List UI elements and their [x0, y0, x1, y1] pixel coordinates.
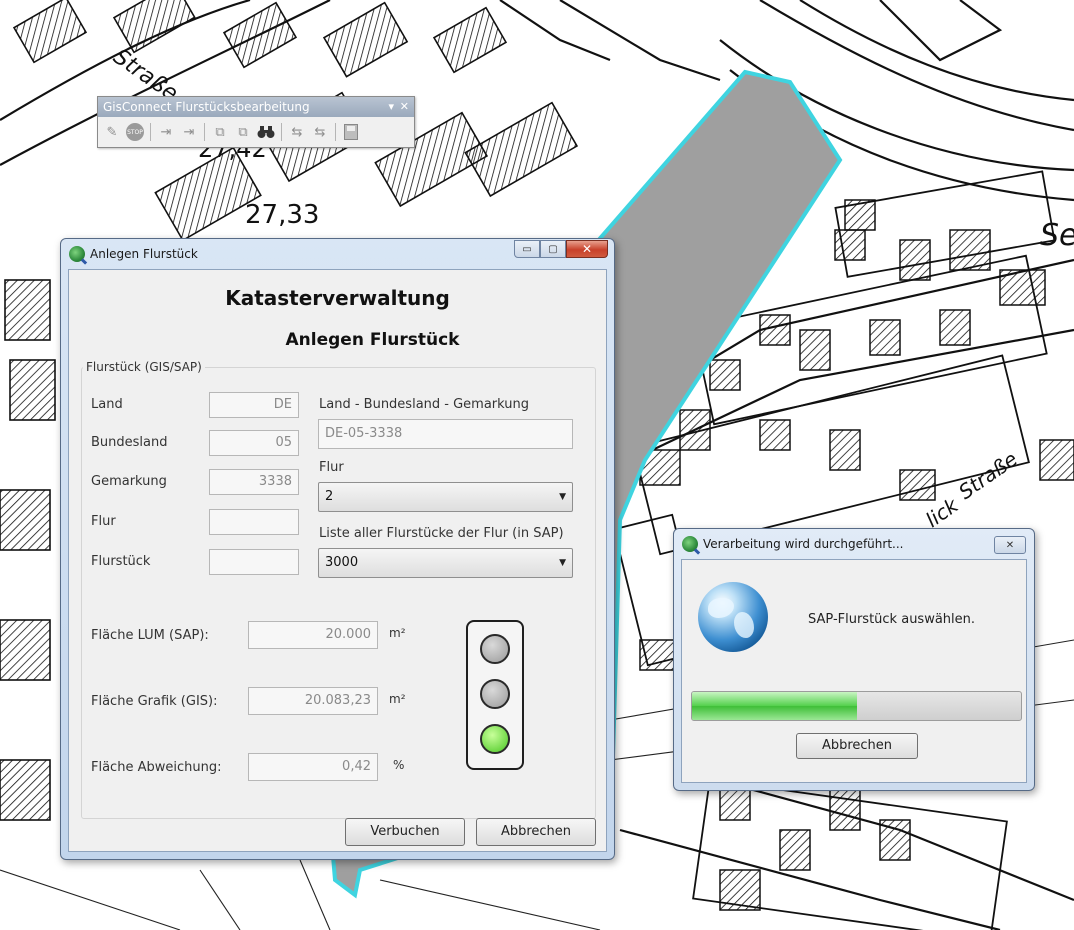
label-flaeche-lum: Fläche LUM (SAP):: [91, 628, 209, 643]
flurstueck-field[interactable]: [209, 549, 299, 575]
arrow-right-icon[interactable]: ⇥: [156, 122, 176, 142]
stop-icon[interactable]: STOP: [125, 122, 145, 142]
bundesland-field[interactable]: 05: [209, 430, 299, 456]
minimize-icon[interactable]: ▭: [514, 240, 540, 258]
traffic-light: [466, 620, 524, 770]
toolbar-close-icon[interactable]: ✕: [400, 97, 409, 117]
unit-m2: m²: [389, 692, 406, 706]
progress-message: SAP-Flurstück auswählen.: [808, 612, 976, 627]
exchange-sap-icon[interactable]: ⇆: [287, 122, 307, 142]
close-icon[interactable]: ✕: [994, 536, 1026, 554]
globe-icon: [698, 582, 768, 652]
layer-alt-icon[interactable]: ⧉: [233, 122, 253, 142]
dialog-heading: Katasterverwaltung: [225, 286, 450, 310]
gemarkung-field[interactable]: 3338: [209, 469, 299, 495]
label-bundesland: Bundesland: [91, 435, 168, 450]
toolbar-separator: [335, 123, 336, 141]
dialog-title: Anlegen Flurstück: [90, 247, 198, 261]
dialog-anlegen-flurstueck: Anlegen Flurstück ▭ ▢ ✕ Katasterverwaltu…: [60, 238, 615, 860]
close-icon[interactable]: ✕: [566, 240, 608, 258]
cancel-button[interactable]: Abbrechen: [796, 733, 918, 759]
chevron-down-icon: ▼: [559, 492, 566, 502]
label-flaeche-grafik: Fläche Grafik (GIS):: [91, 694, 218, 709]
unit-m2: m²: [389, 626, 406, 640]
maximize-icon[interactable]: ▢: [540, 240, 566, 258]
toolbar-separator: [281, 123, 282, 141]
land-bundesland-gemarkung-field[interactable]: DE-05-3338: [318, 419, 573, 449]
toolbar-icon-row: ✎ STOP ⇥ ⇥ ⧉ ⧉ ⇆ ⇆: [98, 117, 414, 147]
save-icon[interactable]: [341, 122, 361, 142]
label-land-bundesland-gemarkung: Land - Bundesland - Gemarkung: [319, 397, 530, 412]
flaeche-grafik-field[interactable]: 20.083,23: [248, 687, 378, 715]
binoculars-icon[interactable]: [256, 122, 276, 142]
label-flur-combo: Flur: [319, 460, 344, 475]
map-label-se: Se: [1040, 218, 1074, 253]
traffic-light-yellow-lamp: [480, 679, 510, 709]
land-field[interactable]: DE: [209, 392, 299, 418]
unit-percent: %: [393, 758, 405, 772]
group-flurstueck-label: Flurstück (GIS/SAP): [83, 360, 205, 374]
progress-bar: [691, 691, 1022, 721]
qgis-logo-icon: [69, 246, 85, 262]
progress-titlebar[interactable]: Verarbeitung wird durchgeführt... ✕: [674, 529, 1034, 559]
chevron-down-icon: ▼: [559, 558, 566, 568]
pencil-icon[interactable]: ✎: [102, 122, 122, 142]
toolbar-pin-icon[interactable]: ▾: [388, 97, 394, 117]
toolbar-separator: [150, 123, 151, 141]
progress-bar-fill: [692, 692, 857, 720]
map-label-height-2733: 27,33: [245, 200, 319, 230]
abbrechen-button[interactable]: Abbrechen: [476, 818, 596, 846]
flur-field[interactable]: [209, 509, 299, 535]
toolbar-title: GisConnect Flurstücksbearbeitung: [103, 100, 310, 114]
toolbar-separator: [204, 123, 205, 141]
dialog-subheading: Anlegen Flurstück: [285, 330, 460, 350]
label-gemarkung: Gemarkung: [91, 474, 167, 489]
label-flur: Flur: [91, 514, 116, 529]
flaeche-lum-field[interactable]: 20.000: [248, 621, 378, 649]
layer-icon[interactable]: ⧉: [210, 122, 230, 142]
arrow-right-alt-icon[interactable]: ⇥: [179, 122, 199, 142]
qgis-logo-icon: [682, 536, 698, 552]
toolbar-titlebar[interactable]: GisConnect Flurstücksbearbeitung ▾ ✕: [98, 97, 414, 117]
flurstueck-list-value: 3000: [325, 555, 359, 570]
label-liste-flurstuecke: Liste aller Flurstücke der Flur (in SAP): [319, 526, 564, 541]
flur-dropdown[interactable]: 2 ▼: [318, 482, 573, 512]
verbuchen-button[interactable]: Verbuchen: [345, 818, 465, 846]
flaeche-abweichung-field[interactable]: 0,42: [248, 753, 378, 781]
dialog-body: Katasterverwaltung Anlegen Flurstück Flu…: [68, 269, 607, 852]
label-flaeche-abweichung: Fläche Abweichung:: [91, 760, 222, 775]
dialog-verarbeitung: Verarbeitung wird durchgeführt... ✕ SAP-…: [673, 528, 1035, 791]
progress-dialog-body: SAP-Flurstück auswählen. Abbrechen: [681, 559, 1027, 783]
dialog-titlebar[interactable]: Anlegen Flurstück ▭ ▢ ✕: [61, 239, 614, 269]
label-flurstueck: Flurstück: [91, 554, 151, 569]
progress-dialog-title: Verarbeitung wird durchgeführt...: [703, 537, 904, 551]
gisconnect-toolbar: GisConnect Flurstücksbearbeitung ▾ ✕ ✎ S…: [97, 96, 415, 148]
flur-dropdown-value: 2: [325, 489, 334, 504]
traffic-light-green-lamp: [480, 724, 510, 754]
caption-buttons: ▭ ▢ ✕: [514, 240, 608, 258]
stop-icon-label: STOP: [126, 123, 144, 141]
exchange-sap-alt-icon[interactable]: ⇆: [310, 122, 330, 142]
flurstueck-list-dropdown[interactable]: 3000 ▼: [318, 548, 573, 578]
traffic-light-red-lamp: [480, 634, 510, 664]
label-land: Land: [91, 397, 123, 412]
